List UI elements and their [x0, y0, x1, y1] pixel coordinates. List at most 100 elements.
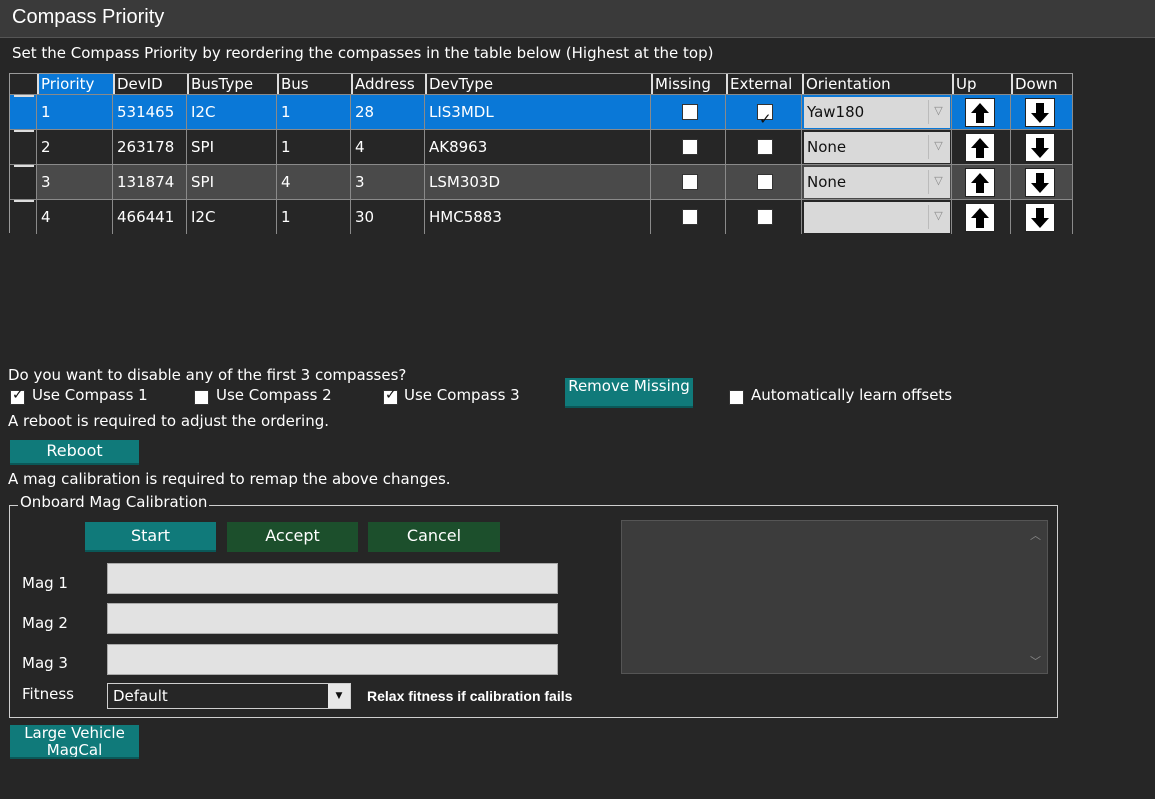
col-priority[interactable]: Priority	[37, 74, 113, 94]
col-missing[interactable]: Missing	[651, 74, 726, 94]
cell-missing	[651, 164, 726, 199]
table-row[interactable]: 4 466441 I2C 1 30 HMC5883 ▽	[10, 199, 1073, 234]
cell-bus: 1	[277, 199, 351, 234]
use-compass-3-label: Use Compass 3	[404, 386, 520, 404]
missing-checkbox[interactable]	[682, 139, 698, 155]
use-compass-2-label: Use Compass 2	[216, 386, 332, 404]
missing-checkbox[interactable]	[682, 209, 698, 225]
move-up-button[interactable]	[965, 168, 995, 197]
cell-address: 28	[351, 94, 425, 129]
move-down-button[interactable]	[1025, 203, 1055, 232]
external-checkbox[interactable]	[757, 174, 773, 190]
reboot-note: A reboot is required to adjust the order…	[8, 412, 330, 430]
cell-bustype: SPI	[187, 129, 277, 164]
cell-up	[952, 129, 1011, 164]
use-compass-2-checkbox[interactable]	[194, 390, 209, 405]
move-down-button[interactable]	[1025, 168, 1055, 197]
cell-orientation: ▽	[802, 199, 952, 234]
use-compass-3-checkbox[interactable]	[383, 387, 398, 405]
start-button[interactable]: Start	[85, 522, 216, 552]
accept-button[interactable]: Accept	[227, 522, 358, 552]
table-row[interactable]: 1 531465 I2C 1 28 LIS3MDL Yaw180 ▽	[10, 94, 1073, 129]
orientation-select[interactable]: None ▽	[804, 132, 950, 163]
missing-checkbox[interactable]	[682, 174, 698, 190]
cell-address: 3	[351, 164, 425, 199]
arrow-up-icon	[971, 103, 989, 123]
relax-fitness-note: Relax fitness if calibration fails	[367, 688, 573, 704]
calibration-log[interactable]: ︿ ﹀	[621, 520, 1048, 674]
orientation-select[interactable]: Yaw180 ▽	[804, 97, 950, 128]
move-up-button[interactable]	[965, 133, 995, 162]
cell-external	[726, 129, 802, 164]
fitness-label: Fitness	[22, 685, 74, 703]
cell-priority: 4	[37, 199, 113, 234]
scroll-up-icon[interactable]: ︿	[1030, 527, 1041, 543]
reboot-button[interactable]: Reboot	[10, 440, 139, 465]
large-vehicle-magcal-button[interactable]: Large Vehicle MagCal	[10, 725, 139, 759]
cell-priority: 1	[37, 94, 113, 129]
remove-missing-button[interactable]: Remove Missing	[565, 378, 693, 408]
cell-devtype: HMC5883	[425, 199, 651, 234]
col-orientation[interactable]: Orientation	[802, 74, 952, 94]
arrow-down-icon	[1031, 138, 1049, 158]
cell-external	[726, 94, 802, 129]
row-header[interactable]	[10, 129, 37, 164]
col-address[interactable]: Address	[351, 74, 425, 94]
external-checkbox[interactable]	[757, 139, 773, 155]
move-down-button[interactable]	[1025, 98, 1055, 127]
missing-checkbox[interactable]	[682, 104, 698, 120]
table-header: Priority DevID BusType Bus Address DevTy…	[10, 74, 1072, 94]
fitness-value: Default	[113, 687, 168, 705]
orientation-value: None	[807, 138, 847, 156]
cell-orientation: None ▽	[802, 129, 952, 164]
cell-orientation: Yaw180 ▽	[802, 94, 952, 129]
row-header[interactable]	[10, 199, 37, 234]
row-header[interactable]	[10, 94, 37, 129]
title-bar: Compass Priority	[0, 0, 1155, 38]
move-down-button[interactable]	[1025, 133, 1055, 162]
auto-learn-label: Automatically learn offsets	[751, 386, 953, 404]
table-row[interactable]: 2 263178 SPI 1 4 AK8963 None ▽	[10, 129, 1073, 164]
chevron-down-icon: ▽	[928, 205, 948, 229]
chevron-down-icon: ▽	[928, 100, 948, 124]
arrow-down-icon	[1031, 103, 1049, 123]
cell-bus: 1	[277, 129, 351, 164]
cell-devid: 263178	[113, 129, 187, 164]
auto-learn-checkbox[interactable]	[729, 390, 744, 405]
col-bustype[interactable]: BusType	[187, 74, 277, 94]
col-bus[interactable]: Bus	[277, 74, 351, 94]
move-up-button[interactable]	[965, 203, 995, 232]
mag-2-label: Mag 2	[22, 614, 68, 632]
mag-1-progress	[107, 563, 558, 594]
orientation-select[interactable]: ▽	[804, 202, 950, 233]
row-header-corner	[10, 74, 37, 94]
cell-priority: 2	[37, 129, 113, 164]
cell-down	[1011, 199, 1073, 234]
orientation-select[interactable]: None ▽	[804, 167, 950, 198]
cell-address: 4	[351, 129, 425, 164]
cell-up	[952, 94, 1011, 129]
chevron-down-icon: ▽	[928, 135, 948, 159]
cell-bus: 1	[277, 94, 351, 129]
col-down[interactable]: Down	[1011, 74, 1073, 94]
col-devid[interactable]: DevID	[113, 74, 187, 94]
scroll-down-icon[interactable]: ﹀	[1030, 653, 1041, 669]
magcal-note: A mag calibration is required to remap t…	[8, 470, 451, 488]
move-up-button[interactable]	[965, 98, 995, 127]
row-header[interactable]	[10, 164, 37, 199]
use-compass-1-checkbox[interactable]	[10, 387, 25, 405]
col-external[interactable]: External	[726, 74, 802, 94]
cell-bustype: SPI	[187, 164, 277, 199]
fitness-select[interactable]: Default ▼	[107, 683, 351, 709]
col-up[interactable]: Up	[952, 74, 1011, 94]
col-devtype[interactable]: DevType	[425, 74, 651, 94]
arrow-up-icon	[971, 208, 989, 228]
arrow-down-icon	[1031, 173, 1049, 193]
cell-missing	[651, 199, 726, 234]
table-row[interactable]: 3 131874 SPI 4 3 LSM303D None ▽	[10, 164, 1073, 199]
cancel-button[interactable]: Cancel	[368, 522, 500, 552]
external-checkbox[interactable]	[757, 209, 773, 225]
orientation-value: Yaw180	[807, 103, 865, 121]
cell-up	[952, 199, 1011, 234]
external-checkbox[interactable]	[757, 102, 773, 129]
